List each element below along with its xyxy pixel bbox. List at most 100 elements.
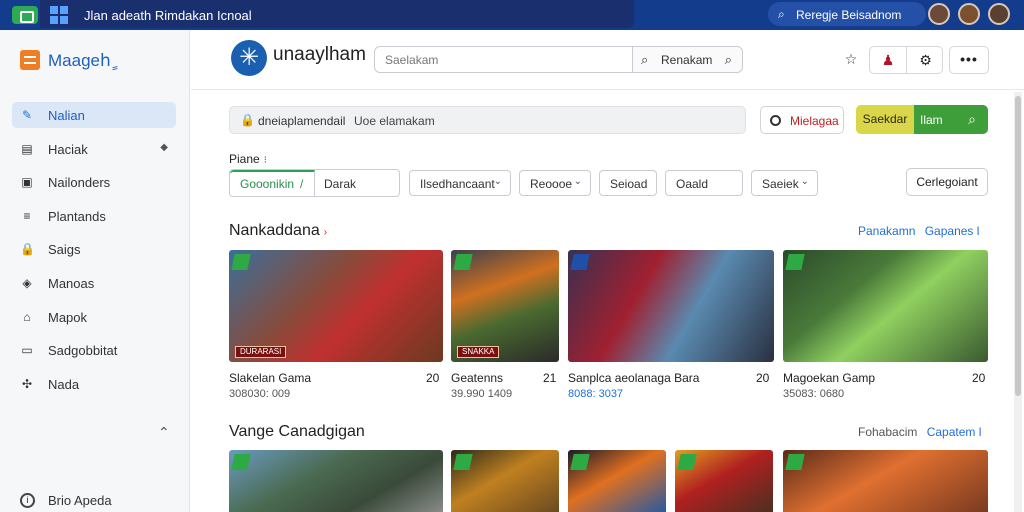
filter-dropdown-label: Reoooe	[530, 177, 573, 191]
sidebar-item-label: Haciak	[48, 141, 88, 157]
game-count: 20	[972, 371, 986, 385]
radio-icon	[770, 115, 781, 126]
sidebar-item[interactable]: ◈ Manoas	[12, 270, 176, 296]
filter-dropdown-label: Oaald	[676, 177, 709, 191]
section-link-primary[interactable]: Fohabacim	[858, 425, 917, 439]
star-icon[interactable]: ☆	[839, 46, 863, 74]
corner-badge-icon	[677, 454, 697, 470]
filter-dropdown[interactable]: Saeiek ⌄	[751, 170, 818, 196]
game-count: 20	[756, 371, 770, 385]
chevron-up-icon[interactable]: ⌃	[158, 424, 170, 441]
sidebar-item[interactable]: 🔒 Saigs	[12, 236, 176, 262]
section-title: Nankaddana ›	[229, 222, 327, 240]
game-title[interactable]: Slakelan Gama	[229, 371, 311, 385]
sidebar-item[interactable]: ▭ Sadgobbitat	[12, 337, 176, 363]
game-card-image[interactable]	[451, 450, 559, 512]
section-link-secondary[interactable]: Capatem l	[927, 425, 982, 439]
filter-dropdown[interactable]: Seioad	[599, 170, 657, 196]
game-card-image[interactable]: SNAKKA	[451, 250, 559, 362]
sidebar-item[interactable]: ✎ Nalian	[12, 102, 176, 128]
game-card-image[interactable]	[783, 450, 988, 512]
sidebar-item[interactable]: ⌂ Mapok	[12, 304, 176, 330]
game-card-image[interactable]: DURARASI	[229, 250, 443, 362]
avatar[interactable]	[958, 3, 980, 25]
game-banner: DURARASI	[235, 346, 287, 358]
site-name: unaaylham	[273, 44, 366, 65]
filter-dropdown-label: Ilsedhancaant	[420, 177, 495, 191]
game-artwork	[229, 450, 443, 512]
search-button[interactable]: ⌕ Renakam ⌕	[632, 47, 742, 72]
global-search[interactable]: ⌕ Reregje Beisadnom	[768, 2, 926, 26]
combo-active-label: Gooonikin	[240, 177, 295, 191]
windows-icon[interactable]	[50, 6, 68, 24]
app-icon[interactable]	[12, 6, 38, 24]
game-count: 21	[543, 371, 557, 385]
sidebar-item-label: Manoas	[48, 275, 95, 291]
user-icon[interactable]: ♟	[870, 47, 907, 73]
game-card-image[interactable]	[568, 450, 666, 512]
primary-search-button[interactable]: Ilam ⌕	[914, 105, 988, 134]
lock-icon: 🔒	[240, 113, 255, 127]
radio-option[interactable]: Mielagaa	[760, 106, 844, 134]
cluster-icon: ✣	[21, 376, 33, 391]
filter-dropdown[interactable]: Ilsedhancaant ⌄	[409, 170, 511, 196]
os-top-bar: Jlan adeath Rimdakan Icnoal ⌕ Reregje Be…	[0, 0, 1024, 30]
secondary-action-button[interactable]: Saekdar	[856, 105, 914, 134]
chevron-down-icon: ⌄	[800, 176, 809, 187]
field-label: Piane ⁝	[229, 152, 267, 166]
section-link-secondary[interactable]: Gapanes l	[925, 224, 980, 238]
corner-badge-icon	[231, 454, 251, 470]
sidebar-item[interactable]: ▤ Haciak ◆	[12, 136, 176, 162]
game-title[interactable]: Magoekan Gamp	[783, 371, 875, 385]
game-title[interactable]: Geatenns	[451, 371, 503, 385]
corner-badge-icon	[231, 254, 251, 270]
settings-icon[interactable]: ⚙	[907, 47, 944, 73]
game-card-image[interactable]	[675, 450, 773, 512]
action-button-group: Saekdar Ilam ⌕	[856, 105, 988, 134]
game-artwork	[568, 250, 774, 362]
sidebar: Maagehٍ ✎ Nalian ▤ Haciak ◆ ▣ Nailonders ≡ Plant…	[0, 30, 190, 512]
sidebar-item-label: Nalian	[48, 108, 85, 123]
home-icon: ⌂	[23, 309, 31, 324]
expand-icon[interactable]: ◆	[160, 142, 168, 153]
game-card-image[interactable]	[229, 450, 443, 512]
field-label-text: Piane	[229, 152, 260, 166]
filter-dropdown[interactable]: Reoooe ⌄	[519, 170, 591, 196]
game-card-image[interactable]	[783, 250, 988, 362]
sidebar-item[interactable]: ▣ Nailonders	[12, 169, 176, 195]
search-icon: ⌕	[778, 7, 785, 21]
scrollbar[interactable]	[1014, 92, 1022, 512]
categories-button[interactable]: Cerlegoiant	[906, 168, 988, 196]
combo-active-segment[interactable]: Gooonikin /	[230, 170, 315, 196]
brand-logo-icon	[20, 50, 40, 70]
combo-filter[interactable]: Gooonikin / Darak	[229, 169, 400, 197]
section-links: Panakamn Gapanes l	[858, 224, 979, 238]
scrollbar-thumb[interactable]	[1015, 96, 1021, 396]
corner-badge-icon	[453, 454, 473, 470]
brand-name: Maagehٍ	[48, 51, 111, 70]
search-input[interactable]: Saelakam ⌕ Renakam ⌕	[374, 46, 743, 73]
sidebar-item[interactable]: ✣ Nada	[12, 371, 176, 397]
sidebar-item[interactable]: ≡ Plantands	[12, 203, 176, 229]
search-placeholder: Saelakam	[385, 53, 439, 67]
edit-slash-icon: /	[300, 177, 304, 191]
corner-badge-icon	[785, 254, 805, 270]
game-artwork	[783, 450, 988, 512]
combo-second-label[interactable]: Darak	[324, 177, 356, 191]
filter-dropdown[interactable]: Oaald	[665, 170, 743, 196]
sidebar-item-label: Plantands	[48, 208, 106, 224]
game-stats: 35083: 0680	[783, 388, 845, 400]
path-filter-field[interactable]: 🔒 dneiaplamendail Uoe elamakam	[229, 106, 746, 134]
more-icon[interactable]: •••	[949, 46, 989, 74]
filter-dropdown-label: Saeiek	[762, 177, 799, 191]
avatar[interactable]	[988, 3, 1010, 25]
card-icon: ▭	[21, 343, 33, 358]
game-title[interactable]: Sanplca aeolanaga Bara	[568, 371, 699, 385]
header-action-group: ♟ ⚙	[869, 46, 943, 74]
lock-icon: 🔒	[20, 242, 35, 257]
avatar[interactable]	[928, 3, 950, 25]
game-card-image[interactable]	[568, 250, 774, 362]
section-link-primary[interactable]: Panakamn	[858, 224, 915, 238]
sidebar-item-label: Sadgobbitat	[48, 343, 118, 359]
site-logo-icon[interactable]	[231, 40, 267, 76]
